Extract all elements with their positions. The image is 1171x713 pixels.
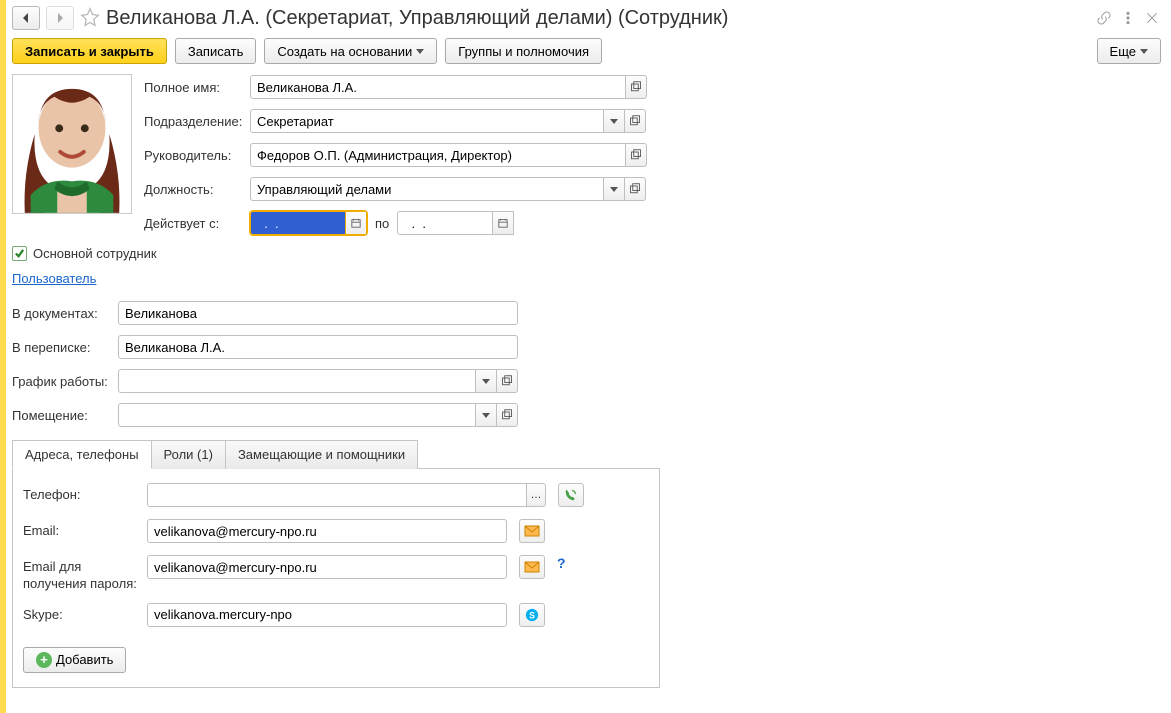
open-icon[interactable] (625, 75, 647, 99)
valid-from-label: Действует с: (144, 216, 244, 231)
skype-label: Skype: (23, 603, 141, 622)
more-label: Еще (1110, 44, 1136, 59)
full-name-input[interactable] (250, 75, 626, 99)
open-icon[interactable] (496, 369, 518, 393)
mail-icon[interactable] (519, 519, 545, 543)
main-employee-checkbox[interactable] (12, 246, 27, 261)
open-icon[interactable] (624, 109, 646, 133)
in-docs-label: В документах: (12, 306, 112, 321)
manager-input[interactable] (250, 143, 626, 167)
nav-forward-button (46, 6, 74, 30)
tab-substitutes[interactable]: Замещающие и помощники (225, 440, 418, 469)
dropdown-icon[interactable] (475, 403, 497, 427)
plus-icon: + (36, 652, 52, 668)
email-password-label: Email для получения пароля: (23, 555, 141, 593)
link-icon[interactable] (1095, 9, 1113, 27)
chevron-down-icon (416, 49, 424, 54)
skype-icon[interactable]: S (519, 603, 545, 627)
dropdown-icon[interactable] (475, 369, 497, 393)
calendar-icon[interactable] (492, 211, 514, 235)
help-icon[interactable]: ? (557, 555, 566, 571)
valid-to-label: по (375, 216, 389, 231)
calendar-icon[interactable] (345, 211, 367, 235)
svg-text:S: S (529, 610, 535, 620)
position-label: Должность: (144, 182, 244, 197)
email-label: Email: (23, 519, 141, 538)
schedule-input[interactable] (118, 369, 476, 393)
chevron-down-icon (1140, 49, 1148, 54)
main-employee-label: Основной сотрудник (33, 246, 157, 261)
phone-input[interactable] (147, 483, 527, 507)
valid-from-input[interactable] (250, 211, 346, 235)
save-button[interactable]: Записать (175, 38, 257, 64)
groups-permissions-button[interactable]: Группы и полномочия (445, 38, 602, 64)
open-icon[interactable] (625, 143, 647, 167)
menu-dots-icon[interactable] (1119, 9, 1137, 27)
in-mail-label: В переписке: (12, 340, 112, 355)
dropdown-icon[interactable] (603, 177, 625, 201)
window-title: Великанова Л.А. (Секретариат, Управляющи… (106, 7, 728, 30)
add-contact-label: Добавить (56, 652, 113, 667)
ellipsis-icon[interactable]: … (526, 483, 546, 507)
department-label: Подразделение: (144, 114, 244, 129)
tab-roles[interactable]: Роли (1) (151, 440, 226, 469)
tab-addresses-phones[interactable]: Адреса, телефоны (12, 440, 152, 469)
position-input[interactable] (250, 177, 604, 201)
valid-to-input[interactable] (397, 211, 493, 235)
phone-label: Телефон: (23, 483, 141, 502)
create-based-on-button[interactable]: Создать на основании (264, 38, 437, 64)
more-button[interactable]: Еще (1097, 38, 1161, 64)
skype-input[interactable] (147, 603, 507, 627)
add-contact-button[interactable]: + Добавить (23, 647, 126, 673)
user-link[interactable]: Пользователь (12, 271, 96, 286)
in-mail-input[interactable] (118, 335, 518, 359)
department-input[interactable] (250, 109, 604, 133)
favorite-star-icon[interactable] (80, 7, 100, 30)
tab-panel-addresses: Телефон: … Email: Email для получения па… (12, 468, 660, 688)
email-input[interactable] (147, 519, 507, 543)
create-based-on-label: Создать на основании (277, 44, 412, 59)
in-docs-input[interactable] (118, 301, 518, 325)
open-icon[interactable] (496, 403, 518, 427)
mail-icon[interactable] (519, 555, 545, 579)
open-icon[interactable] (624, 177, 646, 201)
email-password-input[interactable] (147, 555, 507, 579)
room-label: Помещение: (12, 408, 112, 423)
close-icon[interactable] (1143, 9, 1161, 27)
manager-label: Руководитель: (144, 148, 244, 163)
save-and-close-button[interactable]: Записать и закрыть (12, 38, 167, 64)
schedule-label: График работы: (12, 374, 112, 389)
employee-photo[interactable] (12, 74, 132, 214)
call-icon[interactable] (558, 483, 584, 507)
room-input[interactable] (118, 403, 476, 427)
full-name-label: Полное имя: (144, 80, 244, 95)
dropdown-icon[interactable] (603, 109, 625, 133)
nav-back-button[interactable] (12, 6, 40, 30)
